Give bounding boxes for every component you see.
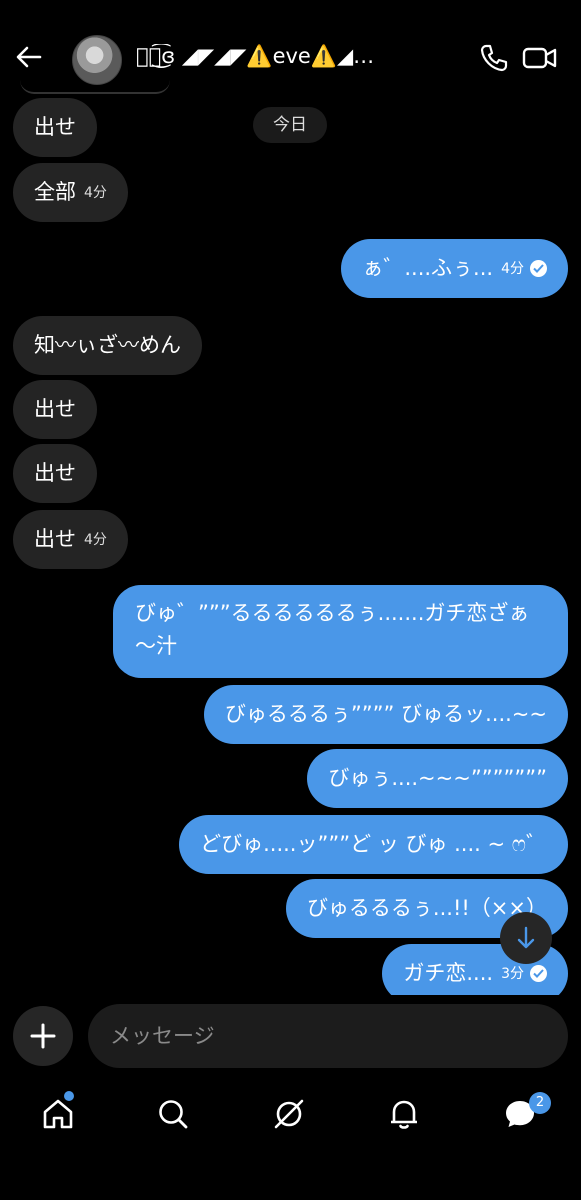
message-bubble-outgoing[interactable]: どびゅ.....ッ”””ど ッ びゅ .... ~ ෆ゛ (179, 815, 568, 874)
message-bubble-outgoing[interactable]: びゅるるるぅ”””” びゅるッ....~~ (203, 685, 568, 744)
message-text: 出せ (34, 397, 76, 421)
message-time: 3分 (501, 966, 524, 982)
message-time: 4分 (84, 185, 107, 201)
call-button[interactable] (479, 43, 509, 73)
bell-icon (391, 1100, 417, 1129)
read-check-icon (530, 964, 547, 982)
read-check-icon (530, 259, 547, 277)
message-text: 全部 (34, 180, 76, 204)
explore-icon (274, 1099, 304, 1129)
avatar[interactable] (72, 35, 122, 85)
message-time: 4分 (501, 261, 524, 277)
message-text: びゅ゛”””るるるるるるぅ.......ガチ恋ざぁ～汁 (135, 601, 530, 658)
message-input[interactable]: メッセージ (88, 1004, 568, 1068)
previous-message-edge (20, 80, 170, 94)
nav-search[interactable] (155, 1096, 191, 1132)
message-time: 4分 (84, 532, 107, 548)
message-text: 出せ (34, 461, 76, 485)
chat-title[interactable]: ঔৣ͜͡ɞ ◢◤◢◤⚠️eve⚠️◢… (136, 44, 441, 74)
nav-home[interactable] (40, 1096, 76, 1132)
date-separator: 今日 (253, 107, 327, 143)
message-text: 出せ (34, 115, 76, 139)
arrow-down-icon (517, 926, 535, 949)
message-bubble-incoming[interactable]: 全部 4分 (13, 163, 128, 222)
message-bubble-outgoing[interactable]: ぁ゛....ふぅ... 4分 (341, 239, 568, 298)
message-text: ガチ恋.... (403, 961, 494, 985)
messages-badge: 2 (529, 1092, 551, 1114)
video-icon (522, 47, 557, 69)
nav-explore[interactable] (271, 1096, 307, 1132)
message-text: どびゅ.....ッ”””ど ッ びゅ .... ~ ෆ゛ (200, 832, 547, 856)
back-button[interactable] (14, 42, 44, 72)
message-bubble-incoming[interactable]: 出せ 4分 (13, 510, 128, 569)
video-call-button[interactable] (522, 43, 558, 73)
message-text: ぁ゛....ふぅ... (362, 256, 494, 280)
message-text: びゅるるるぅ”””” びゅるッ....~~ (224, 702, 547, 726)
message-bubble-incoming[interactable]: 出せ (13, 380, 97, 439)
home-notification-dot (64, 1091, 74, 1101)
message-bubble-incoming[interactable]: 知〰︎ぃざ〰︎めん (13, 316, 202, 375)
search-icon (159, 1100, 188, 1129)
arrow-left-icon (16, 46, 42, 68)
message-bubble-outgoing[interactable]: びゅ゛”””るるるるるるぅ.......ガチ恋ざぁ～汁 (113, 585, 568, 678)
message-text: 出せ (34, 527, 76, 551)
add-attachment-button[interactable] (13, 1006, 73, 1066)
nav-notifications[interactable] (386, 1096, 422, 1132)
message-text: びゅぅ....~~~””””””” (328, 766, 547, 790)
phone-icon (480, 44, 508, 72)
message-bubble-incoming[interactable]: 出せ (13, 98, 97, 157)
scroll-to-bottom-button[interactable] (500, 912, 552, 964)
home-icon (43, 1099, 73, 1129)
message-text: 知〰︎ぃざ〰︎めん (34, 333, 181, 357)
plus-icon (30, 1023, 56, 1049)
message-bubble-outgoing[interactable]: びゅぅ....~~~””””””” (307, 749, 568, 808)
message-bubble-incoming[interactable]: 出せ (13, 444, 97, 503)
